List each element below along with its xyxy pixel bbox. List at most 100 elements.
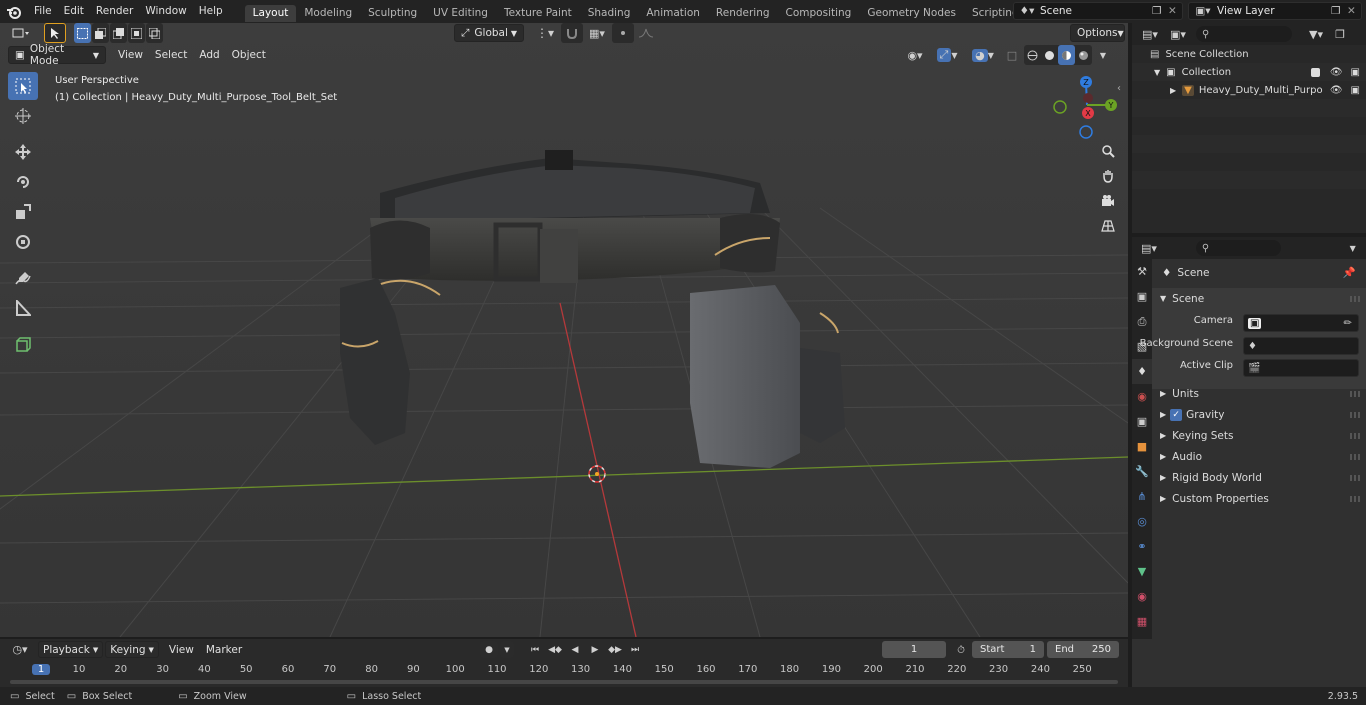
exclude-checkbox[interactable] (1310, 67, 1320, 77)
timeline-scrollbar[interactable] (10, 680, 1118, 684)
record-icon[interactable]: ● (480, 641, 498, 658)
transform-tool-icon[interactable] (8, 228, 38, 256)
shading-options-icon[interactable]: ▼ (1094, 45, 1112, 65)
modifier-tab-icon[interactable]: 🔧 (1132, 459, 1152, 484)
keying-sets-panel-header[interactable]: ▶ Keying Sets (1152, 425, 1366, 446)
drag-handle-icon[interactable] (1350, 296, 1360, 302)
workspace-tab-modeling[interactable]: Modeling (296, 5, 360, 22)
workspace-tab-shading[interactable]: Shading (580, 5, 639, 22)
workspace-tab-uv-editing[interactable]: UV Editing (425, 5, 496, 22)
move-tool-icon[interactable] (8, 138, 38, 166)
render-camera-icon[interactable]: ▣ (1351, 67, 1360, 78)
menu-file[interactable]: File (28, 0, 58, 23)
select-tweak-icon[interactable] (44, 23, 66, 43)
rotate-tool-icon[interactable] (8, 168, 38, 196)
menu-render[interactable]: Render (90, 0, 139, 23)
preview-range-icon[interactable]: ⏱ (952, 640, 970, 660)
neg-y-axis-handle[interactable] (1053, 100, 1067, 114)
jump-start-icon[interactable]: ⏮ (526, 641, 544, 658)
background-scene-field[interactable]: ♦ (1243, 337, 1359, 355)
rendered-shading-icon[interactable] (1075, 45, 1092, 65)
delete-scene-icon[interactable]: ✕ (1168, 5, 1182, 17)
outliner-search-input[interactable]: ⚲ (1196, 26, 1292, 42)
material-tab-icon[interactable]: ◉ (1132, 584, 1152, 609)
playhead-current-frame[interactable]: 1 (32, 664, 50, 675)
wireframe-shading-icon[interactable] (1024, 45, 1041, 65)
new-scene-icon[interactable]: ❐ (1152, 5, 1168, 17)
scale-tool-icon[interactable] (8, 198, 38, 226)
select-extend-icon[interactable] (92, 23, 109, 43)
neg-x-axis-handle[interactable] (1083, 93, 1093, 103)
menu-select[interactable]: Select (149, 46, 193, 64)
drag-handle-icon[interactable] (1350, 412, 1360, 418)
playback-menu[interactable]: Playback ▼ (38, 641, 104, 658)
select-box-tool-icon[interactable] (8, 72, 38, 100)
cursor-tool-icon[interactable] (8, 102, 38, 130)
menu-object[interactable]: Object (226, 46, 272, 64)
pin-icon[interactable]: 📌 (1343, 266, 1356, 279)
frame-ruler[interactable]: 1 10 20 30 40 50 60 70 80 90 100 110 120 130 140 150 160… (0, 662, 1128, 678)
workspace-tab-sculpting[interactable]: Sculpting (360, 5, 425, 22)
add-cube-tool-icon[interactable] (8, 330, 38, 358)
visibility-eye-icon[interactable]: 👁 (1330, 67, 1343, 78)
constraints-tab-icon[interactable]: ⚭ (1132, 534, 1152, 559)
current-frame-field[interactable]: 1 (882, 641, 946, 658)
workspace-tab-animation[interactable]: Animation (638, 5, 708, 22)
snap-target-icon[interactable]: ▦▾ (583, 23, 611, 43)
proportional-edit-icon[interactable] (612, 23, 634, 43)
pan-hand-icon[interactable] (1097, 165, 1119, 187)
properties-options-icon[interactable]: ▼ (1343, 238, 1362, 258)
xray-toggle-icon[interactable]: □ (1002, 45, 1022, 65)
zoom-icon[interactable] (1097, 140, 1119, 162)
menu-add[interactable]: Add (193, 46, 225, 64)
gizmo-toggle-icon[interactable]: ⤢ ▼ (930, 45, 964, 65)
filter-icon[interactable]: ▼▾ (1302, 24, 1330, 44)
start-frame-field[interactable]: Start 1 (972, 641, 1044, 658)
physics-tab-icon[interactable]: ◎ (1132, 509, 1152, 534)
select-intersect-icon[interactable] (146, 23, 163, 43)
menu-help[interactable]: Help (193, 0, 229, 23)
camera-view-icon[interactable] (1097, 190, 1119, 212)
prev-keyframe-icon[interactable]: ◀◆ (546, 641, 564, 658)
drag-handle-icon[interactable] (1350, 496, 1360, 502)
editor-type-icon[interactable] (6, 23, 36, 43)
particles-tab-icon[interactable]: ⋔ (1132, 484, 1152, 509)
render-tab-icon[interactable]: ▣ (1132, 284, 1152, 309)
new-collection-icon[interactable]: ❐ (1330, 24, 1350, 44)
auto-key-options-icon[interactable]: ▼ (500, 641, 514, 658)
timeline-menu-marker[interactable]: Marker (200, 641, 248, 659)
3d-viewport[interactable]: ⤢ Global ▼ ⋮▾ ▦▾ Options ▼ ▣ Object Mode… (0, 23, 1128, 637)
select-subtract-icon[interactable] (110, 23, 127, 43)
mode-dropdown[interactable]: ▣ Object Mode ▼ (8, 43, 106, 67)
collection-tab-icon[interactable]: ▣ (1132, 409, 1152, 434)
select-invert-icon[interactable] (128, 23, 145, 43)
overlay-toggle-icon[interactable]: ◕ ▼ (966, 45, 1000, 65)
end-frame-field[interactable]: End 250 (1047, 641, 1119, 658)
pivot-point-icon[interactable]: ⋮▾ (530, 23, 560, 43)
camera-field[interactable]: ▣ ✏ (1243, 314, 1359, 332)
neg-z-axis-handle[interactable] (1079, 125, 1093, 139)
active-clip-field[interactable]: 🎬 (1243, 359, 1359, 377)
blender-logo-icon[interactable] (0, 0, 28, 23)
menu-window[interactable]: Window (139, 0, 192, 23)
annotate-tool-icon[interactable] (8, 264, 38, 292)
scene-selector[interactable]: ♦▾ Scene ❐ ✕ (1013, 2, 1183, 20)
tool-tab-icon[interactable]: ⚒ (1132, 259, 1152, 284)
transform-orientation-dropdown[interactable]: ⤢ Global ▼ (454, 24, 524, 42)
gravity-checkbox[interactable]: ✓ (1170, 408, 1183, 421)
drag-handle-icon[interactable] (1350, 475, 1360, 481)
scene-panel-header[interactable]: ▼ Scene (1152, 288, 1366, 309)
drag-handle-icon[interactable] (1350, 433, 1360, 439)
solid-shading-icon[interactable] (1041, 45, 1058, 65)
workspace-tab-layout[interactable]: Layout (244, 5, 297, 22)
outliner-row-scene-collection[interactable]: ▤ Scene Collection (1132, 45, 1366, 63)
custom-properties-panel-header[interactable]: ▶ Custom Properties (1152, 488, 1366, 509)
delete-view-layer-icon[interactable]: ✕ (1347, 5, 1361, 17)
world-tab-icon[interactable]: ◉ (1132, 384, 1152, 409)
view-layer-selector[interactable]: ▣▾ View Layer ❐ ✕ (1188, 2, 1362, 20)
options-dropdown[interactable]: Options ▼ (1070, 24, 1125, 42)
material-shading-icon[interactable] (1058, 45, 1075, 65)
workspace-tab-compositing[interactable]: Compositing (778, 5, 860, 22)
snap-icon[interactable] (561, 23, 583, 43)
workspace-tab-texture-paint[interactable]: Texture Paint (496, 5, 580, 22)
